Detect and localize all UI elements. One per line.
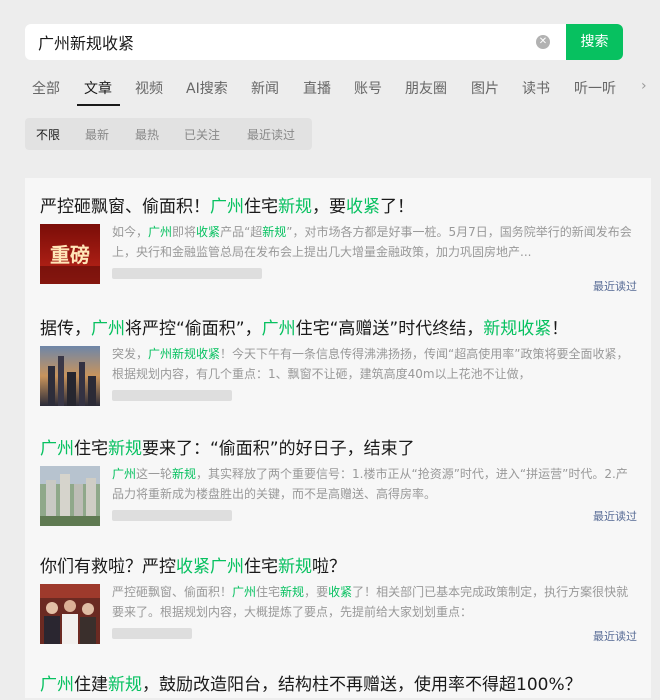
thumbnail-image	[40, 346, 100, 406]
keyword-highlight: 广州	[261, 319, 296, 339]
tab-images[interactable]: 图片	[471, 78, 499, 98]
text-segment: 这一轮	[136, 467, 173, 481]
keyword-highlight: 新规	[108, 439, 142, 459]
tab-accounts[interactable]: 账号	[354, 78, 382, 98]
result-item[interactable]: 广州住建新规，鼓励改造阳台，结构柱不再赠送，使用率不得超100%？	[25, 670, 651, 700]
keyword-highlight: 新规	[108, 675, 142, 695]
tab-articles[interactable]: 文章	[84, 78, 112, 98]
keyword-highlight: 新规	[278, 197, 312, 217]
active-tab-indicator	[77, 104, 120, 106]
keyword-highlight: 新规	[278, 557, 312, 577]
source-account	[112, 268, 262, 279]
filter-recently-read[interactable]: 最近读过	[247, 126, 295, 143]
result-snippet: 严控砸飘窗、偷面积！广州住宅新规，要收紧了！相关部门已基本完成政策制定，执行方案…	[112, 582, 637, 622]
result-item[interactable]: 严控砸飘窗、偷面积！广州住宅新规，要收紧了！ 重磅 如今，广州即将收紧产品“超新…	[25, 192, 651, 302]
text-segment: 严控砸飘窗、偷面积！	[112, 585, 233, 599]
text-segment: 住建	[74, 675, 108, 695]
clear-icon[interactable]: ✕	[536, 35, 550, 49]
tab-moments[interactable]: 朋友圈	[405, 78, 447, 98]
keyword-highlight: 广州	[112, 467, 137, 481]
text-segment: 突发，	[112, 347, 149, 361]
text-segment: 即将	[172, 225, 197, 239]
filter-bar: 不限 最新 最热 已关注 最近读过	[25, 118, 312, 150]
result-snippet: 广州这一轮新规，其实释放了两个重要信号：1.楼市正从“抢资源”时代，进入“拼运营…	[112, 464, 637, 504]
text-segment: ，鼓励改造阳台，结构柱不再赠送，使用率不得超100%？	[142, 675, 582, 695]
search-input[interactable]	[38, 24, 518, 60]
text-segment: ，要	[312, 197, 346, 217]
keyword-highlight: 新规	[262, 225, 287, 239]
chevron-right-icon[interactable]: ›	[641, 78, 647, 94]
category-tabs: 全部 文章 视频 AI搜索 新闻 直播 账号 朋友圈 图片 读书 听一听 ›	[0, 72, 660, 108]
text-segment: 据传，	[40, 319, 91, 339]
thumbnail-image: 重磅	[40, 224, 100, 284]
recently-read-label: 最近读过	[593, 280, 637, 293]
search-button[interactable]: 搜索	[566, 24, 623, 60]
text-segment: 要来了：“偷面积”的好日子，结束了	[142, 439, 415, 459]
text-segment: 如今，	[112, 225, 149, 239]
filter-hottest[interactable]: 最热	[135, 126, 159, 143]
filter-latest[interactable]: 最新	[85, 126, 109, 143]
text-segment: 住宅	[74, 439, 108, 459]
results-list: 严控砸飘窗、偷面积！广州住宅新规，要收紧了！ 重磅 如今，广州即将收紧产品“超新…	[25, 178, 651, 698]
tab-books[interactable]: 读书	[522, 78, 550, 98]
text-segment: ！	[551, 319, 569, 339]
filter-followed[interactable]: 已关注	[184, 126, 220, 143]
result-item[interactable]: 你们有救啦？严控收紧广州住宅新规啦？ 严控砸飘窗、偷面积！广州住宅新规，要收紧了…	[25, 552, 651, 662]
keyword-highlight: 广州	[210, 197, 244, 217]
recently-read-label: 最近读过	[593, 630, 637, 643]
text-segment: 严控砸飘窗、偷面积！	[40, 197, 210, 217]
result-item[interactable]: 广州住宅新规要来了：“偷面积”的好日子，结束了 广州这一轮新规，其实释放了两个重…	[25, 434, 651, 544]
keyword-highlight: 收紧广州	[176, 557, 244, 577]
text-segment: 将严控“偷面积”，	[125, 319, 262, 339]
keyword-highlight: 广州	[40, 675, 74, 695]
keyword-highlight: 收紧	[196, 225, 221, 239]
keyword-highlight: 广州	[232, 585, 257, 599]
thumbnail-image	[40, 584, 100, 644]
tab-listen[interactable]: 听一听	[574, 78, 616, 98]
text-segment: 啦？	[312, 557, 346, 577]
result-item[interactable]: 据传，广州将严控“偷面积”，广州住宅“高赠送”时代终结，新规收紧！ 突发， 广州新…	[25, 314, 651, 424]
text-segment: 了！	[380, 197, 414, 217]
search-box[interactable]: ✕	[25, 24, 566, 60]
keyword-highlight: 新规收紧	[483, 319, 552, 339]
text-segment: 住宅“高赠送”时代终结，	[295, 319, 484, 339]
keyword-highlight: 收紧	[328, 585, 353, 599]
text-segment: 产品“超	[220, 225, 263, 239]
result-title[interactable]: 你们有救啦？严控收紧广州住宅新规啦？	[40, 552, 346, 577]
result-title[interactable]: 严控砸飘窗、偷面积！广州住宅新规，要收紧了！	[40, 192, 414, 217]
text-segment: 住宅	[244, 557, 278, 577]
recently-read-label: 最近读过	[593, 510, 637, 523]
tab-ai-search[interactable]: AI搜索	[186, 78, 228, 98]
svg-text:重磅: 重磅	[50, 243, 90, 267]
keyword-highlight: 广州	[148, 225, 173, 239]
thumbnail-image	[40, 466, 100, 526]
keyword-highlight: 收紧	[346, 197, 380, 217]
text-segment: ，要	[304, 585, 329, 599]
keyword-highlight: 广州	[91, 319, 125, 339]
search-bar: ✕ 搜索	[25, 24, 623, 60]
result-title[interactable]: 广州住宅新规要来了：“偷面积”的好日子，结束了	[40, 434, 415, 459]
result-snippet: 如今，广州即将收紧产品“超新规”，对市场各方都是好事一桩。5月7日，国务院举行的…	[112, 222, 637, 262]
text-segment: 住宅	[244, 197, 278, 217]
source-account	[112, 390, 232, 401]
filter-any[interactable]: 不限	[36, 126, 60, 143]
result-title[interactable]: 广州住建新规，鼓励改造阳台，结构柱不再赠送，使用率不得超100%？	[40, 670, 582, 695]
keyword-highlight: 新规	[172, 467, 197, 481]
tab-news[interactable]: 新闻	[251, 78, 279, 98]
keyword-highlight: 新规	[280, 585, 305, 599]
result-snippet: 突发，广州新规收紧！今天下午有一条信息传得沸沸扬扬，传闻“超高使用率”政策将要全…	[112, 344, 637, 384]
tab-live[interactable]: 直播	[303, 78, 331, 98]
tab-videos[interactable]: 视频	[135, 78, 163, 98]
text-segment: 你们有救啦？严控	[40, 557, 176, 577]
keyword-highlight: 广州	[40, 439, 74, 459]
keyword-highlight: 广州新规收紧	[148, 347, 221, 361]
result-title[interactable]: 据传，广州将严控“偷面积”，广州住宅“高赠送”时代终结，新规收紧！	[40, 314, 568, 339]
text-segment: 住宅	[256, 585, 281, 599]
source-account	[112, 628, 192, 639]
tab-all[interactable]: 全部	[32, 78, 60, 98]
source-account	[112, 510, 232, 521]
